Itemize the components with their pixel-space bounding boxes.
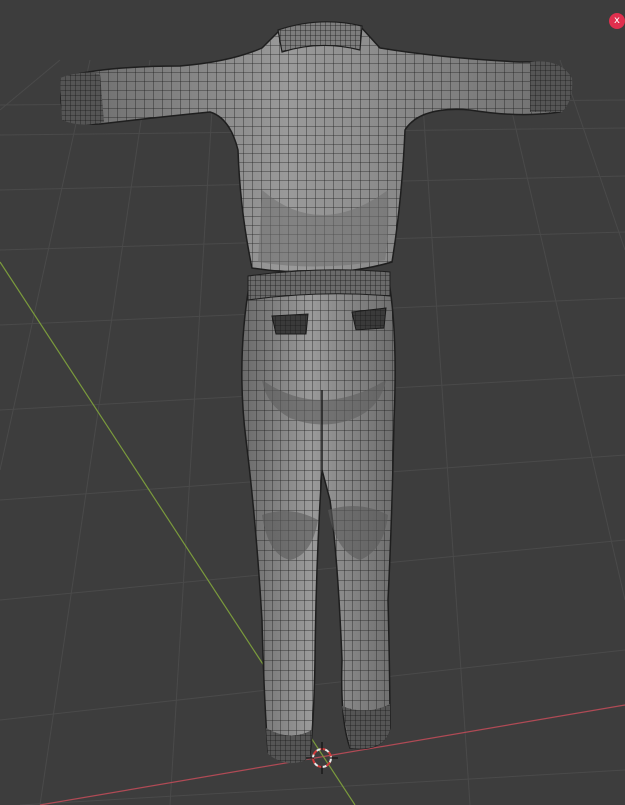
- 3d-viewport[interactable]: x: [0, 0, 625, 805]
- close-button[interactable]: x: [609, 13, 625, 29]
- close-icon: x: [614, 15, 620, 26]
- left-cuff-wire: [60, 72, 104, 125]
- viewport-canvas[interactable]: [0, 0, 625, 805]
- right-cuff-wire: [530, 61, 573, 112]
- left-pocket-wire: [272, 314, 308, 334]
- x-axis-line: [39, 704, 625, 805]
